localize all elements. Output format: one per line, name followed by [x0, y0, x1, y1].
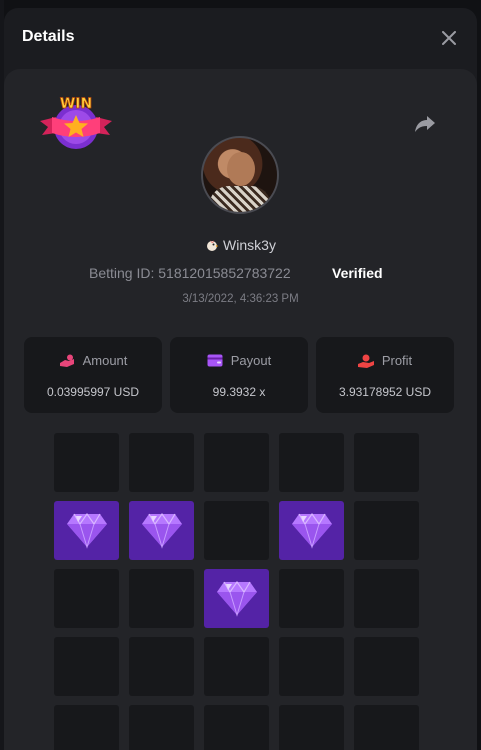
grid-tile[interactable] — [354, 637, 419, 696]
stat-payout: Payout 99.3932 x — [170, 337, 308, 413]
stat-amount-value: 0.03995997 USD — [46, 385, 140, 399]
coins-icon — [59, 354, 74, 367]
stat-payout-label: Payout — [230, 353, 272, 368]
grid-tile[interactable] — [354, 433, 419, 492]
grid-tile[interactable] — [54, 637, 119, 696]
grid-tile[interactable] — [204, 501, 269, 560]
win-badge-icon: WIN — [40, 96, 112, 149]
stat-amount: Amount 0.03995997 USD — [24, 337, 162, 413]
grid-tile-gem[interactable] — [54, 501, 119, 560]
stat-profit-label: Profit — [381, 353, 413, 368]
close-icon — [442, 31, 456, 45]
grid-tile[interactable] — [54, 569, 119, 628]
share-icon — [415, 116, 435, 132]
win-badge: WIN — [38, 93, 114, 153]
verified-link[interactable]: Verified — [332, 265, 383, 281]
grid-tile[interactable] — [54, 433, 119, 492]
grid-tile[interactable] — [129, 433, 194, 492]
betting-id: Betting ID: 51812015852783722 — [89, 265, 291, 281]
grid-tile[interactable] — [354, 501, 419, 560]
gem-icon — [292, 512, 332, 549]
hand-coin-icon — [357, 354, 374, 368]
stat-amount-label: Amount — [82, 353, 128, 368]
rooster-icon — [207, 240, 219, 251]
bet-details-panel: WIN Winsk3y Betting ID: 5181201585278372… — [4, 69, 477, 750]
avatar[interactable] — [201, 136, 279, 214]
close-button[interactable] — [437, 26, 461, 50]
stats-row: Amount 0.03995997 USD Payout 99.3932 x P… — [24, 337, 454, 413]
grid-tile[interactable] — [204, 433, 269, 492]
gem-icon — [67, 512, 107, 549]
grid-tile[interactable] — [204, 637, 269, 696]
avatar-face — [227, 152, 255, 186]
wallet-icon — [207, 354, 223, 367]
grid-tile[interactable] — [129, 569, 194, 628]
grid-tile[interactable] — [279, 705, 344, 750]
grid-tile[interactable] — [354, 569, 419, 628]
share-button[interactable] — [413, 111, 437, 135]
win-badge-text: WIN — [60, 96, 92, 112]
grid-tile[interactable] — [54, 705, 119, 750]
stat-payout-value: 99.3932 x — [212, 385, 266, 399]
grid-tile[interactable] — [129, 705, 194, 750]
modal-header: Details — [4, 8, 477, 68]
grid-tile[interactable] — [279, 637, 344, 696]
grid-tile[interactable] — [354, 705, 419, 750]
stat-profit-value: 3.93178952 USD — [338, 385, 432, 399]
username-row: Winsk3y — [4, 237, 477, 253]
grid-tile[interactable] — [279, 433, 344, 492]
grid-tile[interactable] — [279, 569, 344, 628]
details-modal: Details WIN Winsk3y Betting ID: 51812015… — [4, 8, 477, 750]
modal-title: Details — [22, 28, 75, 45]
grid-tile[interactable] — [129, 637, 194, 696]
mines-grid — [54, 433, 419, 750]
stat-profit: Profit 3.93178952 USD — [316, 337, 454, 413]
grid-tile-gem[interactable] — [279, 501, 344, 560]
username[interactable]: Winsk3y — [223, 237, 276, 253]
bet-timestamp: 3/13/2022, 4:36:23 PM — [182, 293, 299, 305]
gem-icon — [142, 512, 182, 549]
grid-tile[interactable] — [204, 705, 269, 750]
grid-tile-gem[interactable] — [204, 569, 269, 628]
grid-tile-gem[interactable] — [129, 501, 194, 560]
avatar-shirt — [209, 186, 271, 212]
gem-icon — [217, 580, 257, 617]
